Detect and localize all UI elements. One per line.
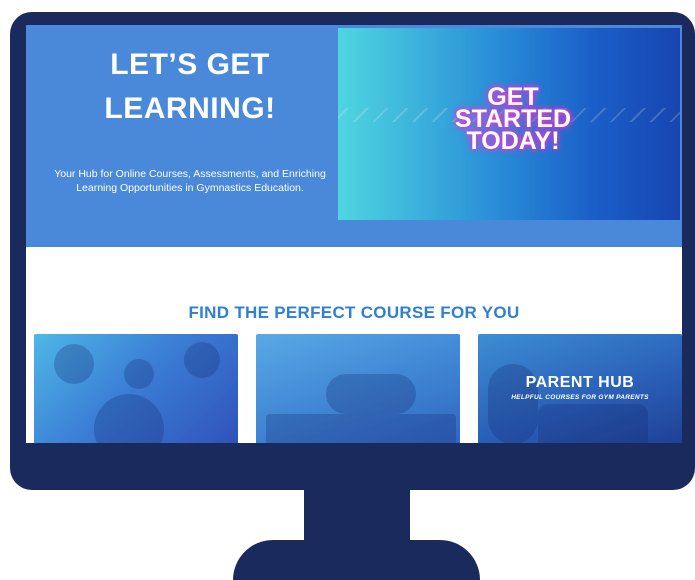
photo-figure — [94, 394, 164, 443]
hero-title: LET’S GET LEARNING! — [44, 43, 336, 131]
courses-heading: FIND THE PERFECT COURSE FOR YOU — [188, 303, 520, 323]
hero-title-line2: LEARNING! — [104, 92, 276, 125]
course-card-1[interactable] — [34, 334, 238, 443]
photo-figure — [326, 374, 416, 414]
hero-title-line1: LET’S GET — [110, 48, 270, 81]
course-card-parent-hub[interactable]: PARENT HUB HELPFUL COURSES FOR GYM PAREN… — [478, 334, 682, 443]
get-started-banner[interactable]: GET STARTED TODAY! — [338, 28, 680, 220]
course-card-2[interactable] — [256, 334, 460, 443]
card-title: PARENT HUB — [525, 374, 635, 391]
monitor-screen: LET’S GET LEARNING! Your Hub for Online … — [26, 25, 682, 443]
photo-figure — [184, 342, 220, 378]
photo-figure — [266, 414, 456, 443]
photo-figure — [124, 359, 154, 389]
monitor-stand-base — [233, 540, 480, 580]
photo-figure — [54, 344, 94, 384]
hero-subtitle: Your Hub for Online Courses, Assessments… — [54, 168, 326, 194]
card-subtitle: HELPFUL COURSES FOR GYM PARENTS — [511, 394, 649, 401]
hero-section: LET’S GET LEARNING! Your Hub for Online … — [26, 25, 682, 247]
photo-figure — [538, 404, 648, 443]
hero-text-block: LET’S GET LEARNING! Your Hub for Online … — [44, 43, 336, 195]
banner-text: GET STARTED TODAY! — [454, 83, 572, 155]
